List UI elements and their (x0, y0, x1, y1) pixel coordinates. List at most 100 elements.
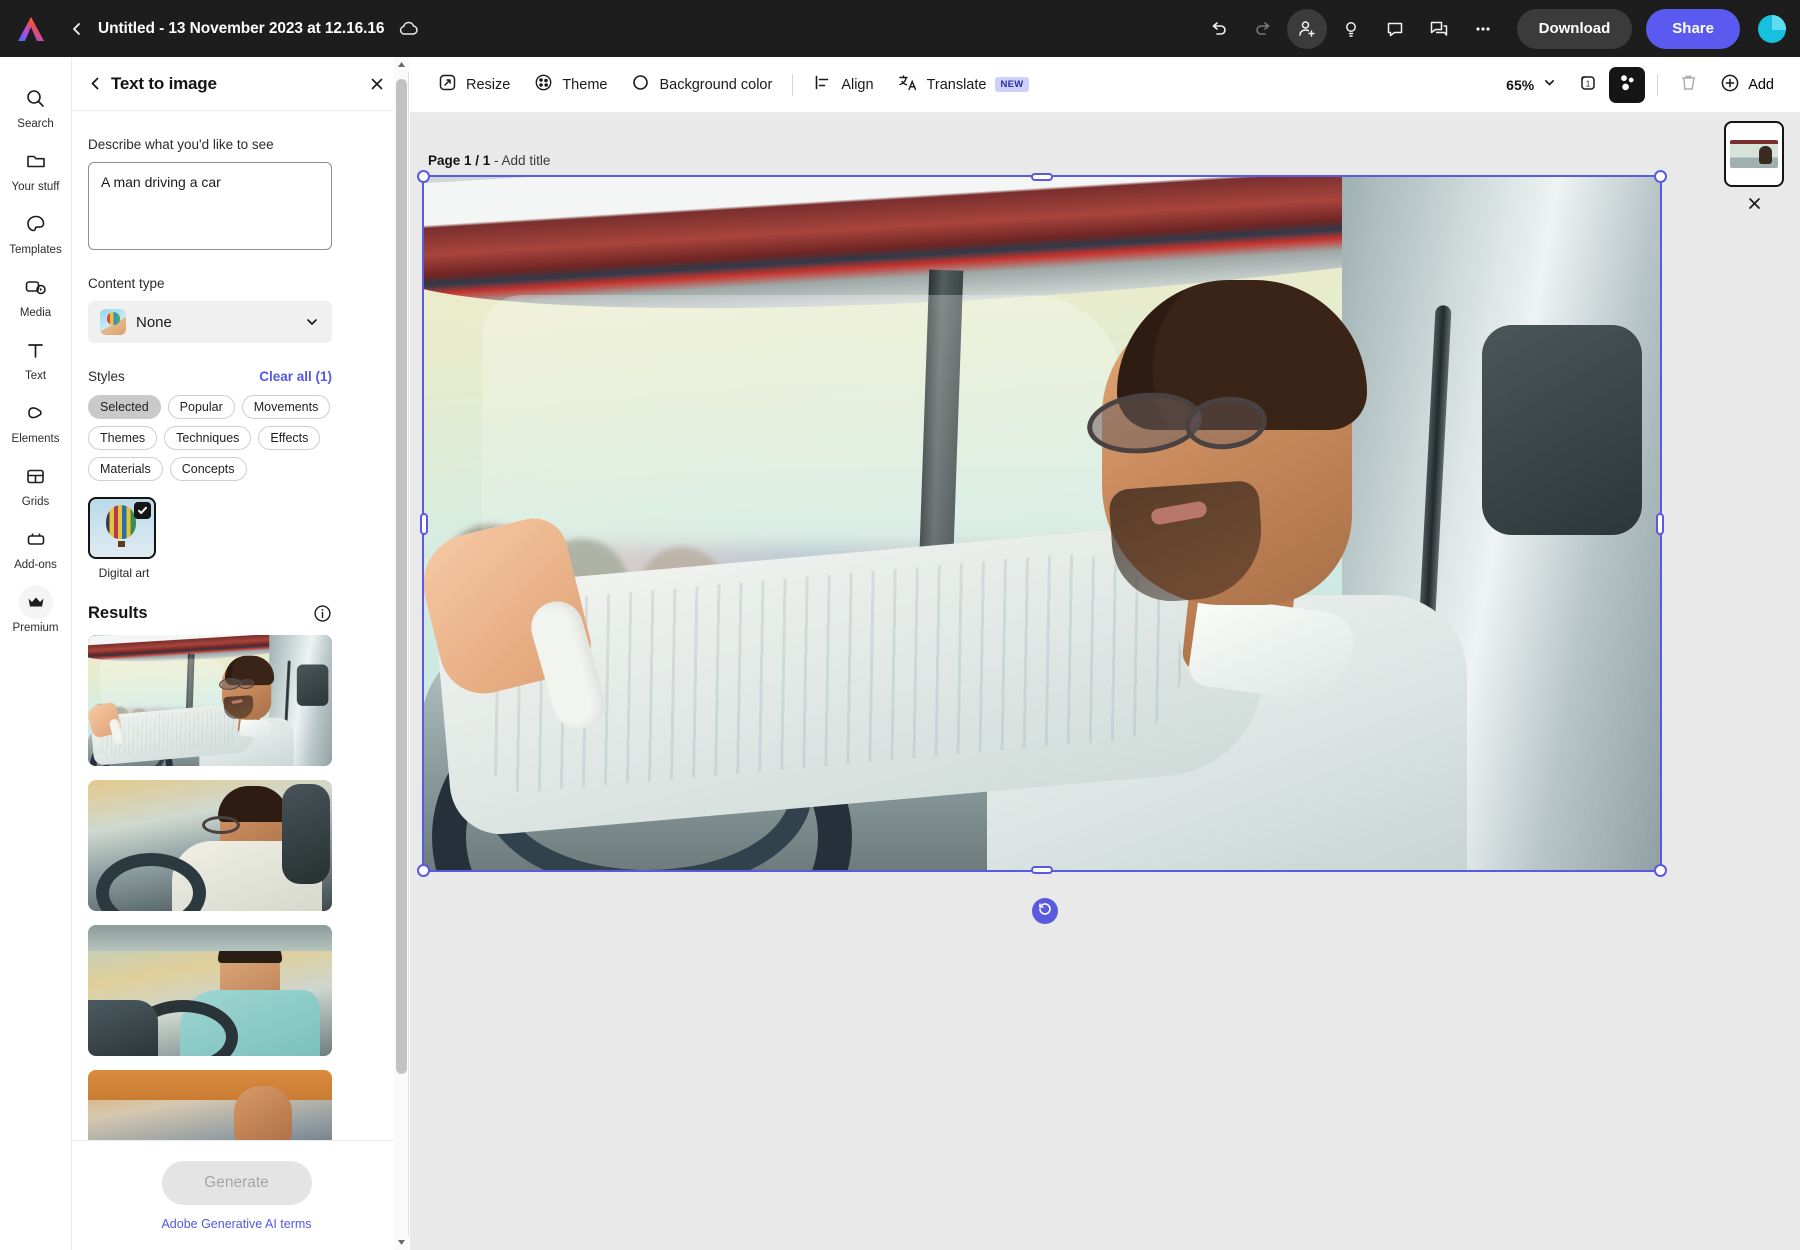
undo-icon[interactable] (1199, 9, 1239, 49)
results-list (88, 635, 385, 1140)
sidebar-item-text[interactable]: Text (0, 327, 72, 390)
chip-movements[interactable]: Movements (242, 395, 331, 419)
zoom-control[interactable]: 65% (1498, 69, 1565, 101)
result-thumbnail-1[interactable] (88, 635, 332, 766)
result-artwork (88, 635, 332, 766)
text-to-image-panel: Text to image Describe what you'd like t… (72, 57, 402, 1250)
comment-icon[interactable] (1375, 9, 1415, 49)
align-icon (813, 73, 832, 96)
sidebar-item-premium[interactable]: Premium (0, 579, 72, 642)
search-icon (25, 85, 46, 111)
toolbar-divider (792, 74, 793, 96)
page-thumbnail-panel[interactable] (1724, 121, 1784, 187)
page-thumbnail-preview (1730, 140, 1778, 168)
animate-button[interactable] (1609, 67, 1645, 103)
svg-text:1: 1 (1585, 79, 1590, 88)
result-thumbnail-3[interactable] (88, 925, 332, 1056)
chip-concepts[interactable]: Concepts (170, 457, 247, 481)
sidebar-item-elements[interactable]: Elements (0, 390, 72, 453)
crown-icon (19, 589, 53, 615)
hot-air-balloon-icon (106, 505, 136, 539)
panel-title: Text to image (111, 74, 217, 94)
results-label: Results (88, 604, 148, 623)
align-label: Align (841, 77, 873, 93)
background-color-label: Background color (659, 77, 772, 93)
styles-header: Styles Clear all (1) (88, 369, 332, 384)
chip-effects[interactable]: Effects (258, 426, 320, 450)
theme-label: Theme (562, 77, 607, 93)
scrollbar-thumb[interactable] (396, 79, 407, 1074)
pages-button[interactable]: 1 (1569, 67, 1605, 103)
sidebar-item-templates[interactable]: Templates (0, 201, 72, 264)
templates-icon (25, 211, 47, 237)
info-circle-icon[interactable] (313, 604, 332, 623)
chip-techniques[interactable]: Techniques (164, 426, 251, 450)
rotate-handle[interactable] (1032, 898, 1058, 924)
new-badge: NEW (995, 77, 1028, 92)
adobe-express-logo-icon[interactable] (0, 15, 62, 43)
panel-back-icon[interactable] (86, 72, 111, 95)
artboard[interactable] (422, 175, 1662, 872)
chat-bubbles-icon[interactable] (1419, 9, 1459, 49)
lightbulb-icon[interactable] (1331, 9, 1371, 49)
circle-outline-icon (631, 73, 650, 96)
content-type-select[interactable]: None (88, 301, 332, 343)
scrollbar-up-arrow[interactable] (394, 57, 409, 72)
invite-person-icon[interactable] (1287, 9, 1327, 49)
sidebar-item-label: Grids (22, 496, 49, 508)
page-label[interactable]: Page 1 / 1 - Add title (428, 153, 550, 168)
canvas-area[interactable]: Page 1 / 1 - Add title (410, 113, 1800, 1250)
chip-selected[interactable]: Selected (88, 395, 161, 419)
folder-icon (25, 148, 47, 174)
clear-all-button[interactable]: Clear all (1) (259, 369, 332, 384)
app-header: Untitled - 13 November 2023 at 12.16.16 … (0, 0, 1800, 57)
sidebar-item-search[interactable]: Search (0, 75, 72, 138)
style-filter-chips: Selected Popular Movements Themes Techni… (88, 395, 338, 481)
delete-button (1670, 67, 1706, 103)
sidebar-item-label: Templates (9, 244, 61, 256)
sidebar-item-add-ons[interactable]: Add-ons (0, 516, 72, 579)
chip-popular[interactable]: Popular (168, 395, 235, 419)
style-card-digital-art[interactable]: Digital art (88, 497, 160, 580)
download-button[interactable]: Download (1517, 9, 1633, 49)
left-nav-rail: Search Your stuff Templates Media Text E… (0, 57, 72, 1250)
generative-ai-terms-link[interactable]: Adobe Generative AI terms (161, 1217, 311, 1231)
generated-image[interactable] (422, 175, 1662, 872)
share-button[interactable]: Share (1646, 9, 1740, 49)
chevron-down-icon (1542, 75, 1557, 95)
zoom-value: 65% (1506, 77, 1534, 93)
chip-themes[interactable]: Themes (88, 426, 157, 450)
panel-footer: Generate Adobe Generative AI terms (72, 1140, 401, 1250)
rotate-icon (1037, 901, 1053, 922)
addons-icon (25, 526, 47, 552)
chevron-down-icon (304, 314, 320, 330)
background-color-button[interactable]: Background color (619, 66, 784, 103)
sidebar-item-your-stuff[interactable]: Your stuff (0, 138, 72, 201)
panel-scrollbar[interactable] (394, 57, 409, 1250)
user-avatar[interactable] (1758, 15, 1786, 43)
generate-button[interactable]: Generate (162, 1161, 312, 1205)
close-thumbnail-panel-button[interactable] (1740, 189, 1768, 217)
sidebar-item-media[interactable]: Media (0, 264, 72, 327)
translate-button[interactable]: Translate NEW (886, 66, 1041, 103)
theme-button[interactable]: Theme (522, 66, 619, 103)
style-thumbnail (88, 497, 156, 559)
palette-icon (534, 73, 553, 96)
resize-button[interactable]: Resize (426, 66, 522, 103)
redo-icon[interactable] (1243, 9, 1283, 49)
chip-materials[interactable]: Materials (88, 457, 163, 481)
more-horizontal-icon[interactable] (1463, 9, 1503, 49)
result-thumbnail-2[interactable] (88, 780, 332, 911)
prompt-input[interactable]: A man driving a car (88, 162, 332, 250)
sidebar-item-grids[interactable]: Grids (0, 453, 72, 516)
align-button[interactable]: Align (801, 66, 885, 103)
scrollbar-down-arrow[interactable] (394, 1235, 409, 1250)
sidebar-item-label: Media (20, 307, 51, 319)
panel-close-icon[interactable] (369, 76, 385, 92)
sidebar-item-label: Elements (12, 433, 60, 445)
add-button[interactable]: Add (1710, 67, 1784, 103)
document-title[interactable]: Untitled - 13 November 2023 at 12.16.16 (98, 20, 384, 38)
result-thumbnail-4[interactable] (88, 1070, 332, 1140)
back-button[interactable] (62, 21, 92, 37)
plus-circle-icon (1720, 73, 1740, 97)
